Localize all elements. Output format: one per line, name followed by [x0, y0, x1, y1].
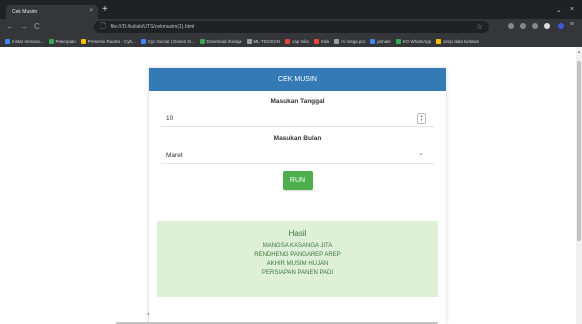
window-close-icon[interactable]: ×: [570, 6, 574, 13]
extension-puzzle-icon[interactable]: [532, 23, 538, 29]
result-panel: Hasil MANGSA KASANGA JITA RENDHENG PANGA…: [157, 221, 438, 297]
forward-icon[interactable]: →: [20, 22, 28, 31]
result-line: RENDHENG PANGAREP AREP: [254, 252, 341, 258]
address-bar[interactable]: 🗋 file:///D:/kuliah/UTS/cekmusim(1).html…: [94, 21, 489, 33]
bookmark-icon: [313, 38, 319, 44]
bookmark-icon: [285, 38, 291, 44]
file-icon: 🗋: [100, 22, 106, 30]
number-spinner-icon[interactable]: ▴ ▾: [417, 113, 426, 124]
bookmark-icon: [370, 38, 376, 44]
browser-tab[interactable]: Cek Musim ×: [6, 5, 98, 19]
chevron-down-icon: ⌄: [418, 150, 424, 157]
bookmark-item[interactable]: Instar menara...: [5, 38, 44, 44]
page-viewport: CEK MUSIN Masukan Tanggal 10 ▴ ▾ Masukan …: [0, 47, 576, 324]
bookmark-item[interactable]: KO WhatsApp: [395, 38, 432, 44]
tanggal-value: 10: [166, 114, 174, 122]
profile-icon[interactable]: [544, 23, 550, 29]
bookmark-label: rri mega pro: [341, 38, 366, 44]
result-line: PERSIAPAN PANEN PADI: [261, 270, 334, 276]
bookmark-label: Presensi Ruarta - Cyb...: [87, 38, 136, 44]
bookmark-label: ML-TECEGN: [253, 38, 281, 44]
bookmark-item[interactable]: ML-TECEGN: [246, 38, 281, 44]
bookmark-icon: [199, 38, 205, 44]
bookmark-item[interactable]: Cyc.Sociar | Dosen D...: [140, 38, 195, 44]
page-title: CEK MUSIN: [149, 68, 446, 91]
tab-title: Cek Musim: [12, 9, 38, 15]
run-button[interactable]: RUN: [282, 171, 313, 190]
bookmark-icon: [140, 38, 146, 44]
bookmark-label: mila: [320, 38, 330, 44]
run-row: RUN: [149, 171, 446, 190]
bookmark-label: Download /Kelaja: [206, 38, 242, 44]
bookmark-item[interactable]: Presensi Ruarta - Cyb...: [80, 38, 136, 44]
scroll-up-icon[interactable]: ▲: [577, 49, 581, 54]
back-icon[interactable]: ←: [6, 22, 14, 31]
vertical-scrollbar[interactable]: ▲: [576, 47, 582, 324]
bookmark-label: arsip data twitwan: [443, 38, 480, 44]
bookmark-icon: [5, 38, 10, 44]
scrollbar-thumb[interactable]: [577, 61, 581, 241]
tanggal-label: Masukan Tanggal: [270, 98, 325, 105]
minimize-icon[interactable]: ⌄: [556, 6, 562, 14]
browser-chrome: Cek Musim × + ⌄ × ← → C 🗋 file:///D:/kul…: [0, 0, 582, 48]
url-text: file:///D:/kuliah/UTS/cekmusim(1).html: [110, 24, 195, 30]
bookmark-item[interactable]: rri mega pro: [334, 38, 366, 44]
bulan-label: Masukan Bulan: [273, 135, 322, 142]
cek-musim-card: CEK MUSIN Masukan Tanggal 10 ▴ ▾ Masukan …: [149, 68, 446, 324]
result-line: MANGSA KASANGA JITA: [262, 243, 333, 249]
bulan-select[interactable]: Maret ⌄: [161, 147, 434, 164]
menu-icon[interactable]: ≡: [570, 21, 576, 28]
extension-icon[interactable]: [508, 23, 514, 29]
new-tab-icon[interactable]: +: [102, 5, 108, 15]
tab-close-icon[interactable]: ×: [89, 8, 93, 14]
bookmark-icon: [80, 38, 86, 44]
bookmark-label: Instar menara...: [12, 38, 44, 44]
bookmark-icon: [246, 38, 252, 44]
browser-toolbar: ← → C 🗋 file:///D:/kuliah/UTS/cekmusim(1…: [0, 19, 582, 35]
result-title: Hasil: [288, 229, 307, 238]
bookmark-icon: [436, 38, 442, 44]
bookmark-label: cap mila: [292, 38, 309, 44]
bookmark-item[interactable]: jamale: [370, 38, 391, 44]
bookmark-item[interactable]: mila: [313, 38, 330, 44]
bookmark-icon: [48, 38, 54, 44]
tanggal-input[interactable]: 10 ▴ ▾: [161, 110, 434, 127]
bookmark-item[interactable]: Pekerjaan: [48, 38, 76, 44]
bookmark-label: Cyc.Sociar | Dosen D...: [147, 38, 195, 44]
result-line: AKHIR MUSIM HUJAN: [266, 261, 329, 267]
bookmark-item[interactable]: arsip data twitwan: [436, 38, 480, 44]
bookmark-label: KO WhatsApp: [402, 38, 432, 44]
bookmark-icon: [395, 38, 401, 44]
download-icon[interactable]: [520, 23, 526, 29]
avatar[interactable]: [558, 23, 564, 29]
bulan-value: Maret: [166, 151, 183, 159]
bookmark-item[interactable]: Download /Kelaja: [199, 38, 242, 44]
scroll-left-icon[interactable]: ◂: [147, 311, 149, 316]
bookmark-star-icon[interactable]: ☆: [476, 22, 483, 31]
tab-bar: Cek Musim × + ⌄ ×: [0, 0, 582, 19]
bookmark-label: Pekerjaan: [55, 38, 76, 44]
reload-icon[interactable]: C: [34, 22, 40, 31]
bookmark-icon: [334, 38, 340, 44]
bookmark-item[interactable]: cap mila: [285, 38, 309, 44]
bookmark-label: jamale: [377, 38, 391, 44]
